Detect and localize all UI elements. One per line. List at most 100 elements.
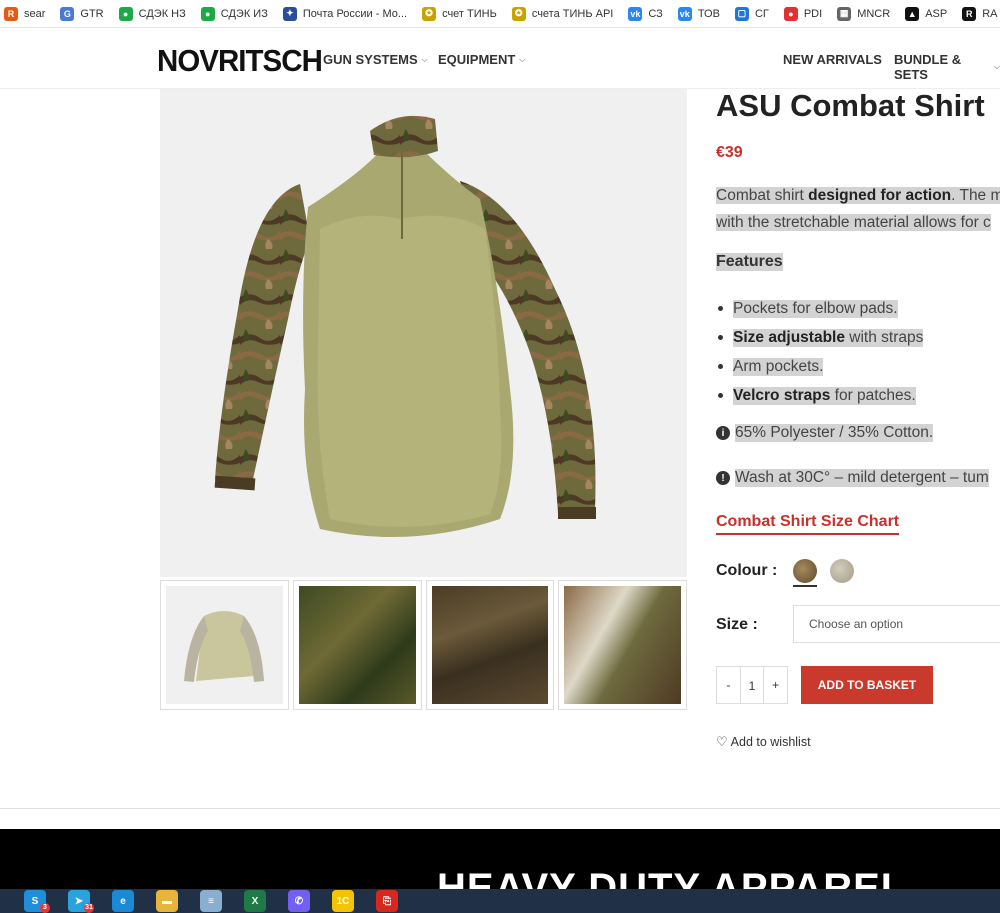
product-price: €39 <box>716 144 743 161</box>
notification-badge: 31 <box>84 903 94 913</box>
add-to-basket-button[interactable]: ADD TO BASKET <box>801 666 933 704</box>
chevron-down-icon: ⌵ <box>519 54 526 64</box>
bullet-icon <box>718 393 723 398</box>
swatch-selected-indicator <box>793 585 817 587</box>
list-item: Arm pockets. <box>716 352 923 381</box>
product-title: ASU Combat Shirt <box>716 88 985 123</box>
desc-text: Combat shirt <box>716 187 809 204</box>
pdf-icon[interactable]: ⎘ <box>376 890 398 912</box>
feature-bold: Size adjustable <box>733 328 845 346</box>
nav-equipment[interactable]: EQUIPMENT ⌵ <box>438 52 525 67</box>
material-text: 65% Polyester / 35% Cotton. <box>735 424 934 442</box>
list-item: Size adjustable with straps <box>716 323 924 352</box>
banner-heading: HEAVY DUTY APPAREL <box>437 866 907 889</box>
care-text: Wash at 30C° – mild detergent – tum <box>735 469 989 487</box>
desc-text: with the stretchable material allows for… <box>716 214 991 231</box>
desc-bold: designed for action <box>808 187 952 204</box>
bookmark-item[interactable]: ✪ счет ТИНЬ <box>422 6 497 21</box>
notification-badge: 3 <box>40 903 50 913</box>
qty-input[interactable]: 1 <box>739 667 765 703</box>
chevron-down-icon: ⌵ <box>421 54 428 64</box>
nav-label: BUNDLE & SETS <box>894 52 962 82</box>
eagle-icon: ✦ <box>282 6 297 21</box>
cdek-icon: ● <box>200 6 215 21</box>
site-logo[interactable]: NOVRITSCH <box>157 43 323 79</box>
material-info: i 65% Polyester / 35% Cotton. <box>716 424 934 442</box>
ra-icon: R <box>962 6 977 21</box>
list-item: Velcro straps for patches. <box>716 381 923 410</box>
bookmark-item[interactable]: ▢ СГ <box>734 6 769 21</box>
feature-text: for patches. <box>830 386 916 404</box>
bookmark-item[interactable]: R RA <box>962 6 997 21</box>
bookmarks-bar: Rsear G GTR ● СДЭК НЗ ● СДЭК ИЗ ✦ Почта России -… <box>0 0 1000 28</box>
bookmark-label: PDI <box>803 7 823 20</box>
edge-icon[interactable]: e <box>112 890 134 912</box>
size-chart-link[interactable]: Combat Shirt Size Chart <box>716 513 900 535</box>
site-header: NOVRITSCH GUN SYSTEMS ⌵ EQUIPMENT ⌵ NEW AR… <box>0 28 1000 89</box>
product-main-image[interactable] <box>160 89 687 577</box>
colour-swatch-light[interactable] <box>830 559 854 583</box>
qty-minus-button[interactable]: - <box>717 678 740 692</box>
wishlist-label: Add to wishlist <box>730 735 811 749</box>
bookmark-item[interactable]: ● СДЭК ИЗ <box>200 6 268 21</box>
desc-text: . The m <box>951 187 1000 204</box>
thumbnail-4[interactable] <box>558 580 688 710</box>
viber-icon[interactable]: ✆ <box>288 890 310 912</box>
bookmark-label: счета ТИНЬ API <box>531 7 614 20</box>
thumbnail-2[interactable] <box>293 580 422 710</box>
size-select[interactable]: Choose an option <box>793 605 1000 643</box>
bookmark-label: ТОВ <box>697 7 720 20</box>
excel-icon[interactable]: X <box>244 890 266 912</box>
bookmark-item[interactable]: vk ТОВ <box>677 6 720 21</box>
bookmark-item[interactable]: ▦ MNCR <box>837 6 890 21</box>
nav-bundle-sets[interactable]: BUNDLE & SETS ⌵ <box>894 52 1000 82</box>
thumbnail-3[interactable] <box>425 580 555 710</box>
bullet-icon <box>718 364 723 369</box>
bookmark-label: Почта России - Мо... <box>302 7 408 20</box>
add-to-wishlist-link[interactable]: ♡ Add to wishlist <box>716 734 811 750</box>
asp-icon: ▲ <box>905 6 920 21</box>
1c-icon[interactable]: 1С <box>332 890 354 912</box>
qty-plus-button[interactable]: + <box>764 678 787 692</box>
bookmark-item[interactable]: ✦ Почта России - Мо... <box>282 6 408 21</box>
info-icon: i <box>716 426 730 440</box>
nav-new-arrivals[interactable]: NEW ARRIVALS <box>783 52 882 67</box>
care-info: ! Wash at 30C° – mild detergent – tum <box>716 469 989 487</box>
quantity-stepper: - 1 + <box>716 666 788 704</box>
folder-icon[interactable]: ▬ <box>156 890 178 912</box>
feature-bold: Velcro straps <box>733 386 831 404</box>
cdek-icon: ● <box>118 6 133 21</box>
list-item: Pockets for elbow pads. <box>716 294 923 323</box>
nav-gun-systems[interactable]: GUN SYSTEMS ⌵ <box>323 52 428 67</box>
size-label: Size : <box>716 616 758 633</box>
bookmark-label: СГ <box>754 7 769 20</box>
nav-label: EQUIPMENT <box>438 52 516 67</box>
grid-icon: ▦ <box>837 6 852 21</box>
tinkoff-icon: ✪ <box>422 6 437 21</box>
telegram-icon[interactable]: ➤ 31 <box>68 890 94 913</box>
bookmark-item[interactable]: ● СДЭК НЗ <box>118 6 186 21</box>
bookmark-item[interactable]: ✪ счета ТИНЬ API <box>511 6 614 21</box>
notepad-icon[interactable]: ≡ <box>200 890 222 912</box>
thumbnail-1[interactable] <box>160 580 289 710</box>
colour-swatch-camo[interactable] <box>793 559 817 583</box>
bookmark-item[interactable]: vk СЗ <box>628 6 663 21</box>
features-list: Pockets for elbow pads. Size adjustable … <box>716 294 924 410</box>
skype-icon[interactable]: S3 <box>24 890 50 913</box>
bookmark-item[interactable]: G GTR <box>60 6 104 21</box>
tinkoff-icon: ✪ <box>511 6 526 21</box>
bookmark-item[interactable]: ▲ ASP <box>905 6 947 21</box>
exclamation-icon: ! <box>716 471 730 485</box>
feature-text: with straps <box>844 328 924 346</box>
nav-label: GUN SYSTEMS <box>323 52 418 67</box>
os-taskbar: S 3 ➤ 31 e ▬ ≡ X ✆ 1С ⎘ <box>0 889 1000 913</box>
bookmark-label: СДЭК НЗ <box>138 7 186 20</box>
bullet-icon <box>718 335 723 340</box>
pdi-icon: ● <box>783 6 798 21</box>
product-thumbnails <box>160 580 688 710</box>
bookmark-item[interactable]: ● PDI <box>783 6 823 21</box>
bookmark-item[interactable]: Rsear <box>4 6 45 21</box>
chevron-down-icon: ⌵ <box>993 62 1000 71</box>
vk-icon: vk <box>677 6 692 21</box>
feature-text: Arm pockets. <box>733 357 824 375</box>
